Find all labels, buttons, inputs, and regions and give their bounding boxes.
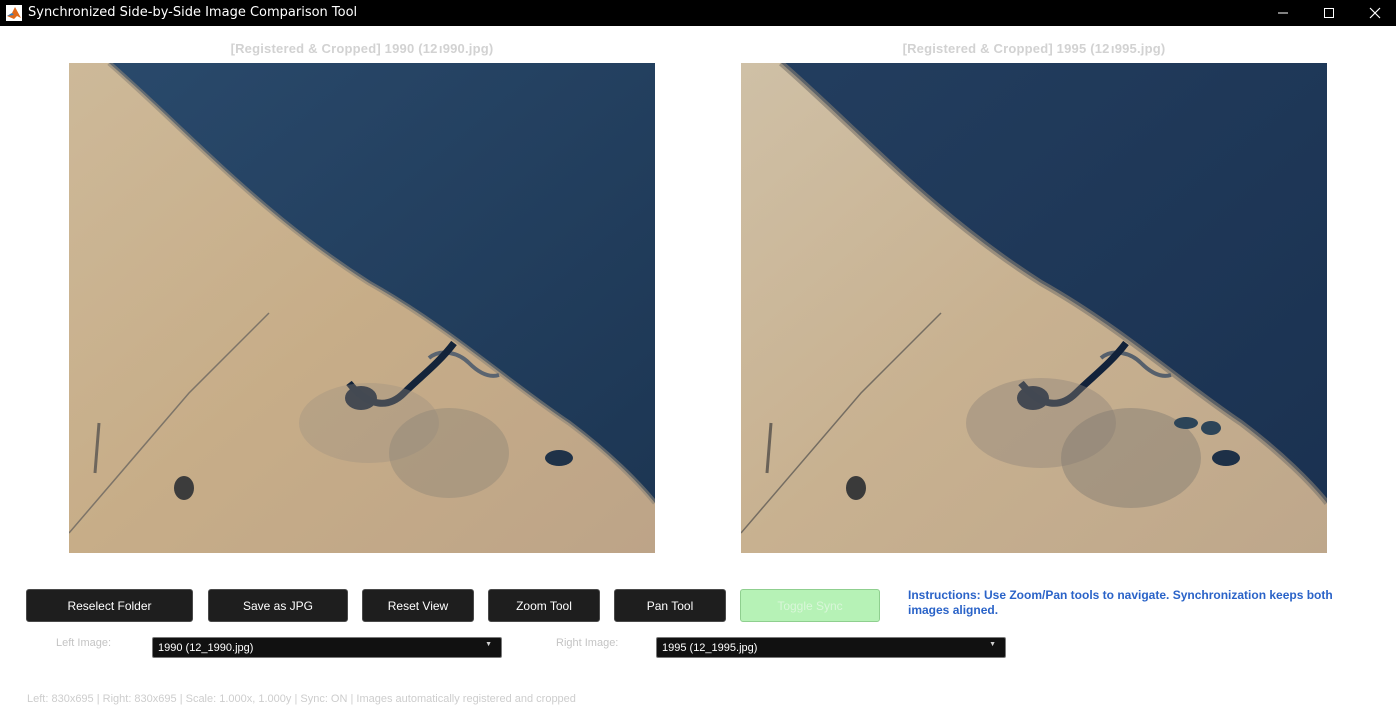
right-image-label: Right Image: xyxy=(556,637,619,649)
matlab-app-icon xyxy=(6,5,22,21)
close-icon xyxy=(1369,7,1381,19)
right-satellite-image xyxy=(741,63,1327,553)
minimize-icon xyxy=(1278,12,1288,14)
left-image-label: Left Image: xyxy=(56,637,112,649)
title-bar: Synchronized Side-by-Side Image Comparis… xyxy=(0,0,1396,26)
left-image-panel[interactable] xyxy=(69,63,655,553)
save-as-jpg-button[interactable]: Save as JPG xyxy=(208,589,348,622)
chevron-down-icon: ▼ xyxy=(989,641,996,648)
right-image-panel[interactable] xyxy=(741,63,1327,553)
maximize-icon xyxy=(1324,8,1334,18)
minimize-button[interactable] xyxy=(1260,0,1306,26)
left-image-dropdown[interactable]: 1990 (12_1990.jpg) ▼ xyxy=(152,637,502,658)
maximize-button[interactable] xyxy=(1306,0,1352,26)
status-bar: Left: 830x695 | Right: 830x695 | Scale: … xyxy=(27,693,576,705)
reset-view-button[interactable]: Reset View xyxy=(362,589,474,622)
right-image-dropdown-value: 1995 (12_1995.jpg) xyxy=(662,641,758,654)
chevron-down-icon: ▼ xyxy=(485,641,492,648)
left-image-dropdown-value: 1990 (12_1990.jpg) xyxy=(158,641,254,654)
right-image-dropdown[interactable]: 1995 (12_1995.jpg) ▼ xyxy=(656,637,1006,658)
toggle-sync-button[interactable]: Toggle Sync xyxy=(740,589,880,622)
close-button[interactable] xyxy=(1352,0,1396,26)
window-title: Synchronized Side-by-Side Image Comparis… xyxy=(28,5,358,20)
right-image-title: [Registered & Cropped] 1995 (12 ı995.jpg… xyxy=(902,41,1166,56)
zoom-tool-button[interactable]: Zoom Tool xyxy=(488,589,600,622)
left-image-title: [Registered & Cropped] 1990 (12 ı990.jpg… xyxy=(230,41,494,56)
pan-tool-button[interactable]: Pan Tool xyxy=(614,589,726,622)
left-satellite-image xyxy=(69,63,655,553)
reselect-folder-button[interactable]: Reselect Folder xyxy=(26,589,193,622)
instructions-text: Instructions: Use Zoom/Pan tools to navi… xyxy=(908,588,1333,617)
